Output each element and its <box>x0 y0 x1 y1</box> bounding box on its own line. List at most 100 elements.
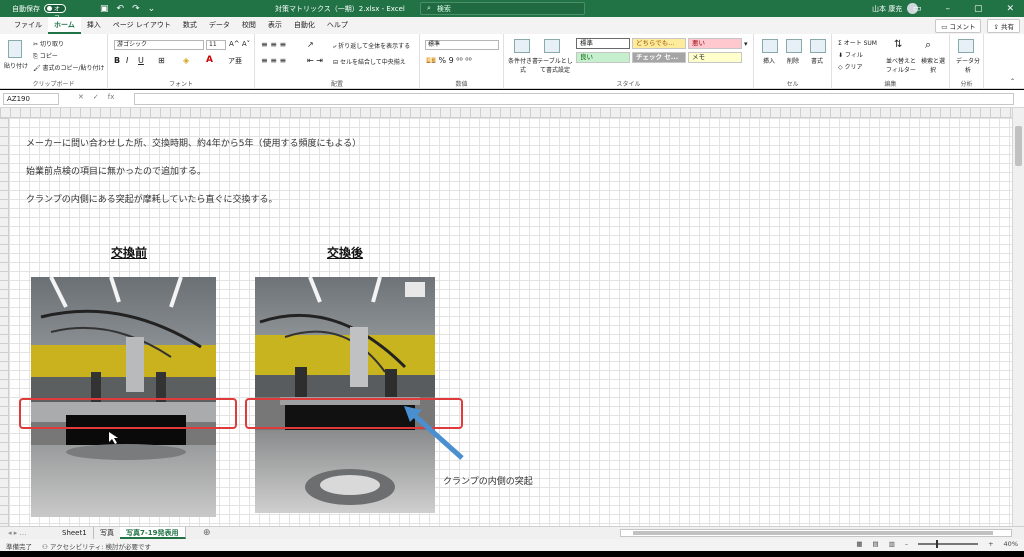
before-photo[interactable] <box>31 277 216 517</box>
wrap-text-button[interactable]: ⤶ 折り返して全体を表示する <box>333 41 410 51</box>
tab-formulas[interactable]: 数式 <box>177 17 203 34</box>
font-size-select[interactable]: 11 <box>206 40 226 50</box>
insert-cells-button[interactable]: 挿入 <box>763 56 775 65</box>
normal-view-icon[interactable]: ▦ <box>856 540 862 548</box>
orientation-icon[interactable]: ↗ <box>307 40 314 49</box>
align-left-icon[interactable]: ≡ ≡ ≡ <box>261 56 286 65</box>
font-grow-icon[interactable]: A^ A˅ <box>229 40 250 48</box>
formula-input[interactable] <box>134 93 1014 105</box>
sort-filter-button[interactable]: 並べ替えとフィルター <box>886 56 916 74</box>
border-icon[interactable]: ⊞ <box>158 56 165 65</box>
comment-button[interactable]: ▭ コメント <box>935 19 982 33</box>
page-layout-view-icon[interactable]: ▤ <box>873 540 879 548</box>
tab-view[interactable]: 表示 <box>262 17 288 34</box>
maximize-icon[interactable]: ▢ <box>974 4 983 14</box>
autosave[interactable]: 自動保存 オフ <box>12 4 66 22</box>
data-analysis-icon[interactable] <box>958 39 974 53</box>
style-good[interactable]: 良い <box>576 52 630 63</box>
number-format-icons[interactable]: 💴 % 9 ⁰⁰ ⁰⁰ <box>426 56 472 65</box>
find-select-icon[interactable]: ⌕ <box>925 38 931 52</box>
horizontal-scroll-thumb[interactable] <box>633 531 993 535</box>
save-icon[interactable]: ▣ <box>100 4 109 14</box>
page-break-view-icon[interactable]: ▥ <box>889 540 895 548</box>
undo-icon[interactable]: ↶ <box>117 4 125 14</box>
tab-insert[interactable]: 挿入 <box>81 17 107 34</box>
copy-button[interactable]: ⎘ コピー <box>33 51 58 61</box>
share-button[interactable]: ⇪ 共有 <box>987 19 1020 33</box>
phonetic-icon[interactable]: ア亜 <box>228 56 242 66</box>
tab-automate[interactable]: 自動化 <box>288 17 321 34</box>
fill-color-icon[interactable]: ◈ <box>183 56 189 65</box>
delete-cells-button[interactable]: 削除 <box>787 56 799 65</box>
delete-cells-icon[interactable] <box>786 39 802 53</box>
insert-cells-icon[interactable] <box>762 39 778 53</box>
indent-icon[interactable]: ⇤ ⇥ <box>307 56 323 65</box>
find-select-button[interactable]: 検索と選択 <box>920 56 946 74</box>
column-headers[interactable] <box>0 108 1012 118</box>
after-photo[interactable] <box>255 277 435 513</box>
zoom-out-icon[interactable]: – <box>905 540 908 548</box>
underline-icon[interactable]: U <box>138 56 144 65</box>
minimize-icon[interactable]: – <box>945 4 950 14</box>
zoom-level[interactable]: 40% <box>1004 540 1018 548</box>
autosave-toggle[interactable]: オフ <box>44 4 66 22</box>
format-cells-icon[interactable] <box>810 39 826 53</box>
paste-icon[interactable] <box>8 40 22 58</box>
add-sheet-icon[interactable]: ⊕ <box>203 528 211 538</box>
clear-button[interactable]: ◇ クリア <box>838 62 863 71</box>
format-as-table-button[interactable]: テーブルとして書式設定 <box>536 56 574 74</box>
format-cells-button[interactable]: 書式 <box>811 56 823 65</box>
name-box[interactable]: AZ190 <box>3 93 59 105</box>
tab-page-layout[interactable]: ページ レイアウト <box>107 17 177 34</box>
style-neutral[interactable]: どちらでも... <box>632 38 686 49</box>
tab-data[interactable]: データ <box>203 17 236 34</box>
styles-more-icon[interactable]: ▾ <box>744 40 748 48</box>
tab-file[interactable]: ファイル <box>8 17 48 34</box>
sheet-tab-sheet1[interactable]: Sheet1 <box>56 527 94 539</box>
style-note[interactable]: メモ <box>688 52 742 63</box>
vertical-scroll-thumb[interactable] <box>1015 126 1022 166</box>
redo-icon[interactable]: ↷ <box>132 4 140 14</box>
sheet-nav-icons[interactable]: ◂ ▸ … <box>8 529 26 537</box>
zoom-in-icon[interactable]: + <box>988 540 993 548</box>
tab-review[interactable]: 校閲 <box>236 17 262 34</box>
font-color-icon[interactable]: A <box>206 55 213 65</box>
worksheet[interactable]: メーカーに問い合わせした所、交換時期、約4年から5年（使用する頻度にもよる） 始… <box>0 108 1012 526</box>
font-name-select[interactable]: 游ゴシック <box>114 40 204 50</box>
data-analysis-button[interactable]: データ分析 <box>954 56 982 74</box>
row-headers[interactable] <box>0 118 9 526</box>
style-check-cell[interactable]: チェック セ... <box>632 52 686 63</box>
collapse-ribbon-icon[interactable]: ⌃ <box>1010 78 1015 85</box>
search-box[interactable]: ⌕ 検索 <box>420 2 585 15</box>
align-top-icon[interactable]: ≡ ≡ ≡ <box>261 40 286 49</box>
user-account[interactable]: 山本 康充 <box>872 3 919 14</box>
sheet-tab-photo-presentation[interactable]: 写真7-19発表用 <box>120 527 186 539</box>
sort-filter-icon[interactable]: ⇅ <box>894 39 902 50</box>
customize-qat-icon[interactable]: ⌄ <box>148 4 156 14</box>
enter-icon[interactable]: ✓ <box>93 93 99 101</box>
paste-button[interactable]: 貼り付け <box>4 61 28 70</box>
close-icon[interactable]: ✕ <box>1006 4 1014 14</box>
tab-home[interactable]: ホーム <box>48 17 81 34</box>
format-painter-button[interactable]: 🖌 書式のコピー/貼り付け <box>33 63 105 72</box>
cancel-icon[interactable]: ✕ <box>78 93 84 101</box>
style-normal[interactable]: 標準 <box>576 38 630 49</box>
vertical-scrollbar[interactable] <box>1012 108 1024 526</box>
cut-button[interactable]: ✂ 切り取り <box>33 39 64 48</box>
conditional-format-icon[interactable] <box>514 39 530 53</box>
accessibility-status[interactable]: ⚇ アクセシビリティ: 検討が必要です <box>42 541 151 551</box>
bold-icon[interactable]: B <box>114 56 120 65</box>
autosum-button[interactable]: Σ オート SUM <box>838 38 877 47</box>
style-bad[interactable]: 悪い <box>688 38 742 49</box>
merge-center-button[interactable]: ⊟ セルを結合して中央揃え <box>333 57 406 66</box>
format-as-table-icon[interactable] <box>544 39 560 53</box>
italic-icon[interactable]: I <box>126 56 128 65</box>
ribbon-options-icon[interactable]: ▭ <box>913 4 922 14</box>
insert-function-icon[interactable]: fx <box>108 93 115 101</box>
zoom-slider[interactable] <box>918 540 979 548</box>
sheet-tab-photo[interactable]: 写真 <box>94 527 121 539</box>
number-format-select[interactable]: 標準 <box>425 40 499 50</box>
tab-help[interactable]: ヘルプ <box>321 17 354 34</box>
horizontal-scrollbar[interactable] <box>620 529 1012 537</box>
fill-button[interactable]: ⬇ フィル <box>838 50 863 59</box>
